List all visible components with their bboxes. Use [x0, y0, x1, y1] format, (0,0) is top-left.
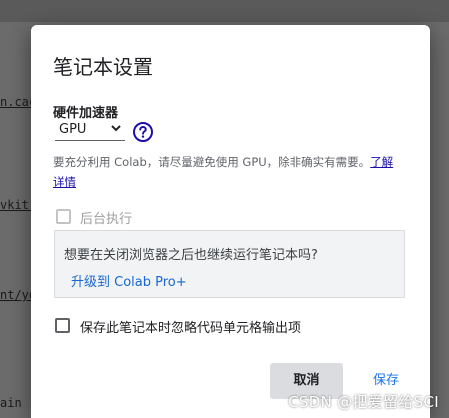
watermark: CSDN @把爱留给SCI — [288, 393, 439, 411]
hardware-accelerator-select[interactable]: GPU — [55, 121, 125, 141]
learn-more-link[interactable]: 了解 — [370, 155, 393, 169]
omit-code-output-label: 保存此笔记本时忽略代码单元格输出项 — [80, 321, 302, 336]
help-icon[interactable] — [132, 121, 154, 143]
notebook-settings-dialog: 笔记本设置 硬件加速器 GPU 要充分利用 Colab，请尽量避免使用 GPU，… — [31, 25, 430, 418]
hardware-accelerator-label: 硬件加速器 — [53, 106, 119, 121]
background-code-fragment: ain — [0, 396, 22, 410]
dialog-title: 笔记本设置 — [53, 55, 153, 79]
hint-text: 要充分利用 Colab，请尽量避免使用 GPU，除非确实有需要。 — [53, 155, 371, 169]
background-execution-checkbox — [56, 209, 71, 224]
chevron-down-icon — [111, 125, 121, 132]
omit-code-output-checkbox[interactable] — [55, 318, 70, 333]
top-bar — [0, 0, 449, 22]
learn-more-link-details[interactable]: 详情 — [53, 175, 76, 189]
accelerator-value: GPU — [59, 122, 87, 137]
upgrade-colab-pro-link[interactable]: 升级到 Colab Pro+ — [71, 271, 187, 290]
background-execution-label: 后台执行 — [80, 212, 133, 227]
upgrade-upsell-box: 想要在关闭浏览器之后也继续运行笔记本吗? 升级到 Colab Pro+ — [54, 230, 405, 298]
gpu-usage-hint: 要充分利用 Colab，请尽量避免使用 GPU，除非确实有需要。了解 详情 — [53, 152, 413, 192]
upsell-question: 想要在关闭浏览器之后也继续运行笔记本吗? — [64, 248, 318, 263]
